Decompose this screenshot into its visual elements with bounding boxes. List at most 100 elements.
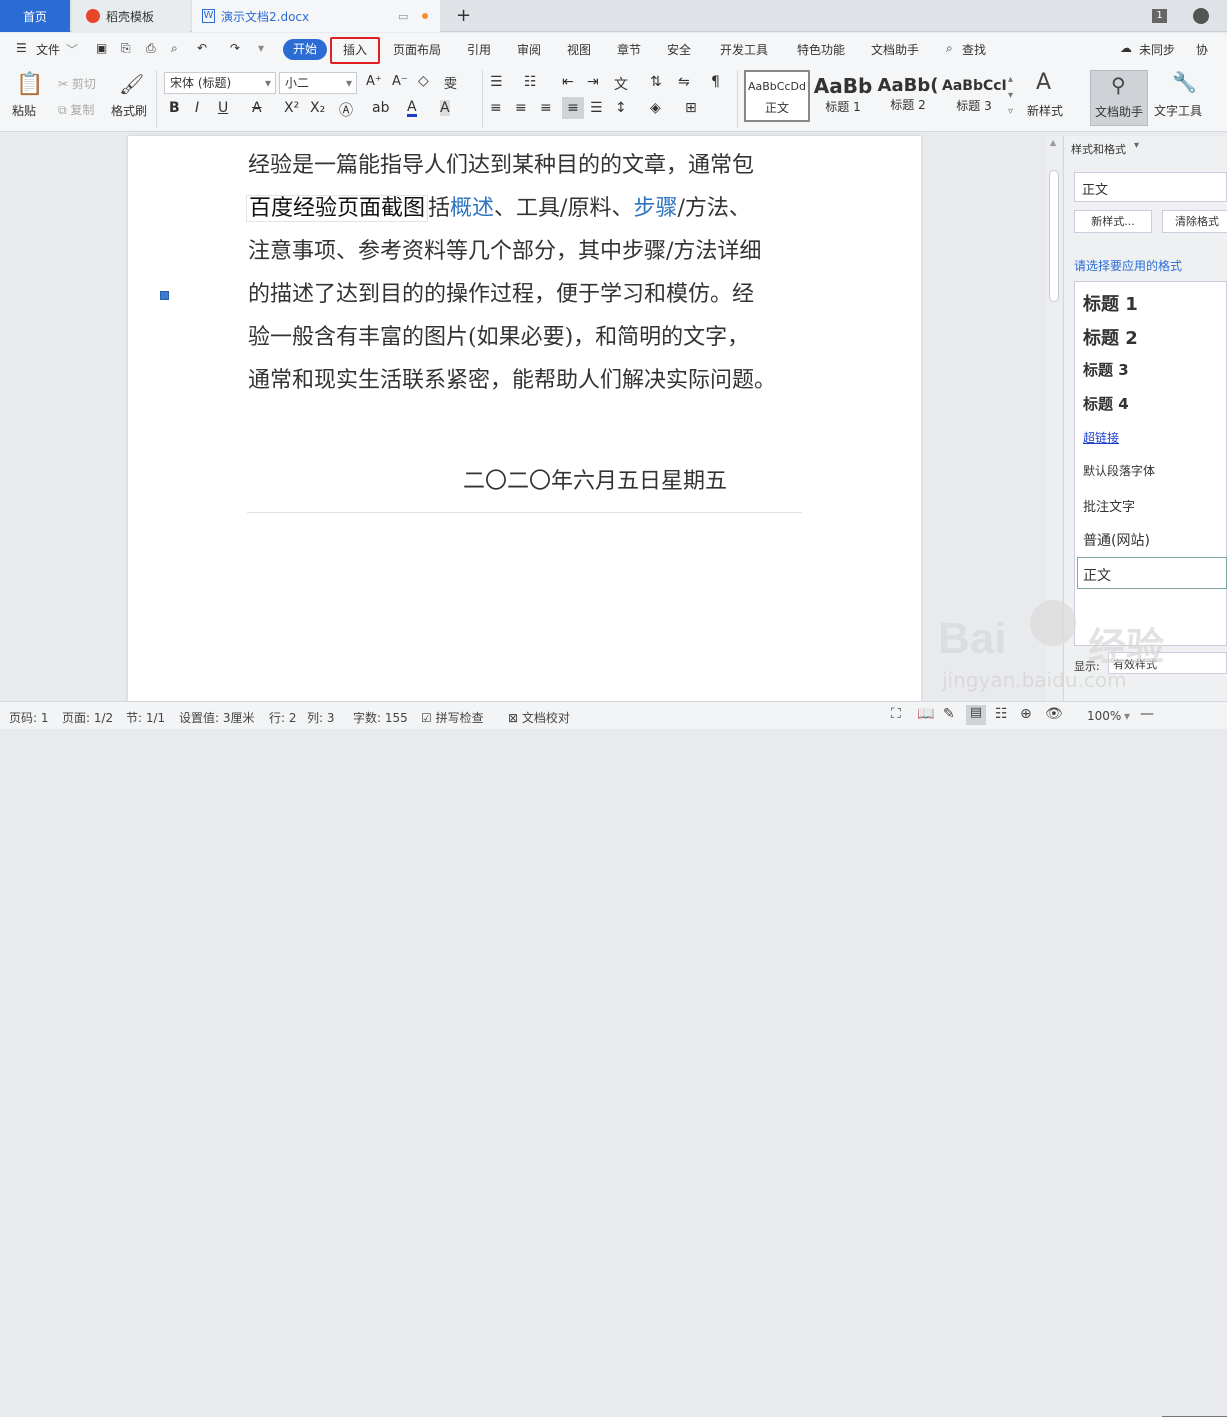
menu-layout[interactable]: 页面布局: [393, 41, 441, 58]
styles-scroll-icon[interactable]: ▴ ▾ ▿: [1008, 72, 1013, 120]
zoom-dropdown-icon[interactable]: ▾: [1124, 709, 1130, 723]
copy-button[interactable]: ⧉ 复制: [58, 101, 94, 118]
doc-line-5[interactable]: 验一般含有丰富的图片(如果必要)，和简明的文字，: [248, 319, 749, 351]
font-color-icon[interactable]: A: [407, 100, 417, 117]
style-heading-1[interactable]: AaBb 标题 1: [812, 70, 874, 122]
redo-icon[interactable]: ↷: [230, 41, 240, 55]
web-view-icon[interactable]: ⊕: [1020, 706, 1032, 722]
sync-status[interactable]: 未同步: [1139, 41, 1175, 58]
menu-reference[interactable]: 引用: [467, 41, 491, 58]
new-style-button[interactable]: 新样式...: [1074, 210, 1152, 233]
chevron-down-icon[interactable]: ▾: [1134, 140, 1139, 151]
page-view-icon[interactable]: ▤: [966, 705, 986, 725]
chinese-layout-icon[interactable]: 文: [614, 74, 628, 94]
cut-button[interactable]: ✂ 剪切: [58, 75, 96, 92]
scroll-up-icon[interactable]: ▲: [1050, 138, 1056, 147]
new-style-icon[interactable]: A: [1036, 70, 1051, 95]
style-item-heading-1[interactable]: 标题 1: [1083, 290, 1138, 316]
style-heading-3[interactable]: AaBbCcI 标题 3: [942, 70, 1006, 122]
text-tools-label[interactable]: 文字工具: [1154, 102, 1202, 119]
style-heading-2[interactable]: AaBb( 标题 2: [876, 70, 940, 122]
zoom-level[interactable]: 100%: [1087, 709, 1121, 723]
menu-start[interactable]: 开始: [283, 39, 327, 60]
style-item-default-font[interactable]: 默认段落字体: [1083, 462, 1155, 479]
line-spacing-icon[interactable]: ↕: [615, 100, 627, 116]
new-tab-icon[interactable]: +: [456, 5, 471, 26]
underline-icon[interactable]: U: [218, 100, 228, 116]
scrollbar-thumb[interactable]: [1049, 170, 1059, 302]
paste-icon[interactable]: 📋: [16, 72, 43, 97]
clear-format-button[interactable]: 清除格式: [1162, 210, 1227, 233]
hamburger-icon[interactable]: ☰: [16, 41, 27, 55]
doc-line-4[interactable]: 的描述了达到目的的操作过程，便于学习和模仿。经: [248, 276, 754, 308]
search-icon[interactable]: ⌕: [946, 41, 953, 56]
style-normal[interactable]: AaBbCcDd 正文: [744, 70, 810, 122]
show-marks-icon[interactable]: ¶: [711, 74, 720, 90]
tab-template[interactable]: 稻壳模板: [72, 0, 190, 32]
status-row[interactable]: 行: 2: [269, 709, 297, 726]
menu-section[interactable]: 章节: [617, 41, 641, 58]
decrease-indent-icon[interactable]: ⇤: [562, 74, 574, 90]
doc-line-3[interactable]: 注意事项、参考资料等几个部分，其中步骤/方法详细: [248, 233, 761, 265]
justify-icon[interactable]: ≡: [562, 97, 584, 119]
clear-format-icon[interactable]: ◇: [418, 73, 429, 89]
text-effect-icon[interactable]: Ⓐ: [339, 100, 353, 120]
format-painter-icon[interactable]: 🖌: [119, 72, 144, 96]
doc-line-2[interactable]: 百度经验页面截图 括概述、工具/原料、步骤/方法、: [246, 190, 751, 222]
grow-font-icon[interactable]: A⁺: [366, 74, 382, 89]
edit-pen-icon[interactable]: ✎: [943, 706, 955, 722]
window-count-badge[interactable]: 1: [1152, 9, 1167, 23]
align-center-icon[interactable]: ≡: [515, 100, 527, 116]
menu-find[interactable]: 查找: [962, 41, 986, 58]
preview-icon[interactable]: ⌕: [171, 41, 178, 56]
align-right-icon[interactable]: ≡: [540, 100, 552, 116]
menu-dev-tools[interactable]: 开发工具: [720, 41, 768, 58]
italic-icon[interactable]: I: [195, 100, 199, 116]
status-page-number[interactable]: 页码: 1: [9, 709, 49, 726]
doc-line-6[interactable]: 通常和现实生活联系紧密，能帮助人们解决实际问题。: [248, 362, 776, 394]
link-overview[interactable]: 概述: [450, 196, 494, 221]
subscript-icon[interactable]: X₂: [310, 100, 325, 116]
wrench-icon[interactable]: 🔧: [1172, 70, 1197, 94]
bold-icon[interactable]: B: [169, 100, 180, 116]
numbered-list-icon[interactable]: ☷: [524, 74, 537, 90]
font-family-select[interactable]: 宋体 (标题) ▾: [164, 72, 276, 94]
bullet-list-icon[interactable]: ☰: [490, 74, 503, 90]
sort-icon[interactable]: ⇅: [650, 74, 662, 90]
status-col[interactable]: 列: 3: [307, 709, 335, 726]
shrink-font-icon[interactable]: A⁻: [392, 74, 408, 89]
borders-icon[interactable]: ⊞: [685, 100, 697, 116]
superscript-icon[interactable]: X²: [284, 100, 299, 116]
menu-security[interactable]: 安全: [667, 41, 691, 58]
menu-review[interactable]: 审阅: [517, 41, 541, 58]
style-item-heading-3[interactable]: 标题 3: [1083, 359, 1129, 380]
export-icon[interactable]: ⎘: [121, 41, 131, 56]
status-section[interactable]: 节: 1/1: [126, 709, 165, 726]
style-item-heading-4[interactable]: 标题 4: [1083, 393, 1129, 414]
proofread-button[interactable]: ⊠ 文档校对: [508, 709, 570, 726]
chevron-down-icon[interactable]: ﹀: [66, 41, 78, 58]
doc-date[interactable]: 二〇二〇年六月五日星期五: [463, 463, 727, 495]
format-painter-label[interactable]: 格式刷: [111, 102, 147, 119]
outline-view-icon[interactable]: ☷: [995, 706, 1008, 722]
status-pages[interactable]: 页面: 1/2: [62, 709, 113, 726]
menu-doc-assistant[interactable]: 文档助手: [871, 41, 919, 58]
print-icon[interactable]: ⎙: [146, 41, 156, 56]
save-icon[interactable]: ▣: [96, 41, 107, 55]
eye-care-icon[interactable]: 👁: [1045, 706, 1063, 722]
status-word-count[interactable]: 字数: 155: [353, 709, 408, 726]
tab-home[interactable]: 首页: [0, 0, 70, 32]
increase-indent-icon[interactable]: ⇥: [587, 74, 599, 90]
font-size-select[interactable]: 小二 ▾: [279, 72, 357, 94]
tab-document[interactable]: W 演示文档2.docx ▭: [192, 0, 440, 32]
paragraph-flow-icon[interactable]: ⇋: [678, 74, 690, 90]
shading-icon[interactable]: ◈: [650, 100, 661, 116]
fullscreen-icon[interactable]: ⛶: [891, 706, 901, 722]
style-item-hyperlink[interactable]: 超链接: [1083, 429, 1119, 446]
align-left-icon[interactable]: ≡: [490, 100, 502, 116]
highlight-icon[interactable]: ab: [372, 100, 389, 116]
monitor-icon[interactable]: ▭: [398, 10, 408, 23]
spell-check-button[interactable]: ☑ 拼写检查: [421, 709, 484, 726]
menu-view[interactable]: 视图: [567, 41, 591, 58]
distribute-icon[interactable]: ☰: [590, 100, 603, 116]
